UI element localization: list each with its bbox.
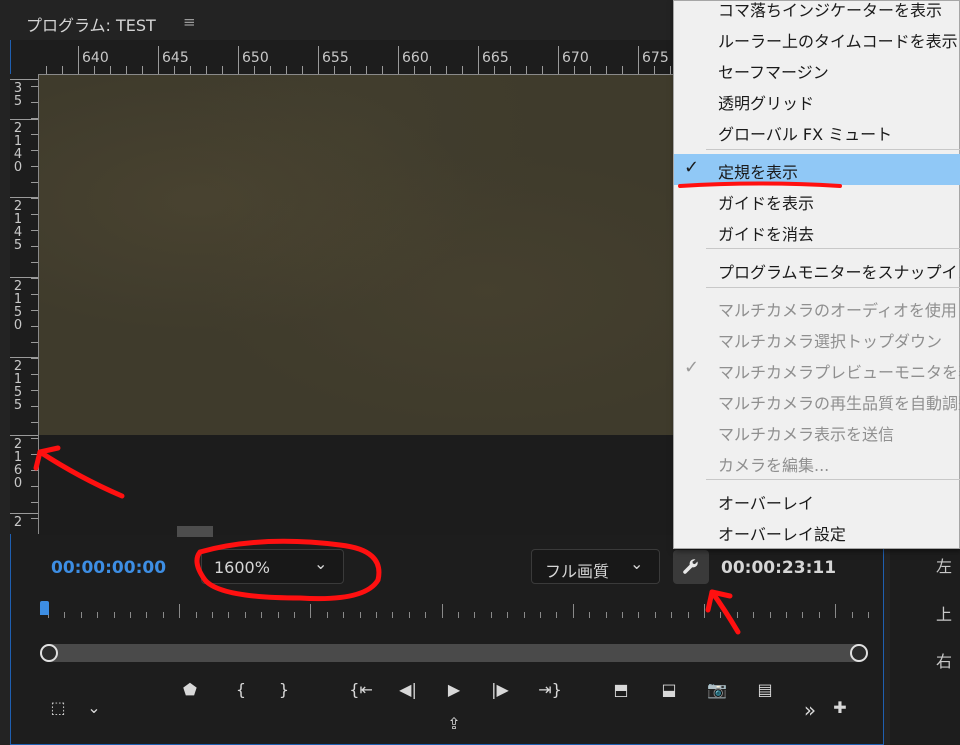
red-annotation-overlay [33, 181, 842, 635]
